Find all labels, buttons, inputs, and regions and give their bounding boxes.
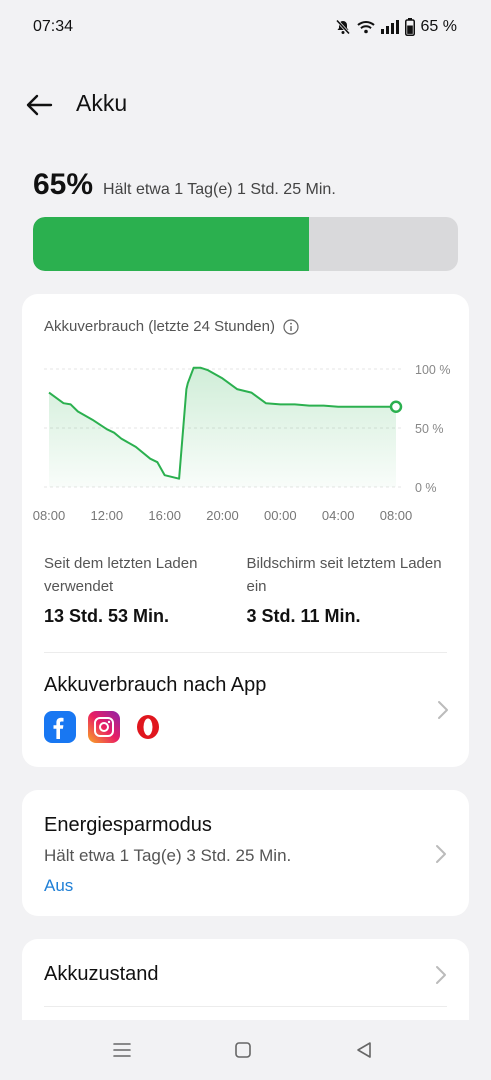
header: Akku	[0, 82, 491, 126]
menu-icon	[113, 1043, 131, 1057]
usage-area	[49, 367, 396, 487]
stat-value: 13 Std. 53 Min.	[44, 606, 170, 626]
energy-saver-subtitle: Hält etwa 1 Tag(e) 3 Std. 25 Min.	[44, 846, 292, 865]
usage-by-app-row[interactable]: Akkuverbrauch nach App	[44, 674, 449, 743]
x-tick-label: 12:00	[91, 508, 124, 523]
usage-card: Akkuverbrauch (letzte 24 Stunden) 100 % 5…	[22, 294, 469, 767]
battery-health-title: Akkuzustand	[44, 963, 159, 985]
battery-level-bar	[33, 217, 458, 271]
chevron-right-icon	[437, 700, 449, 725]
usage-by-app-title: Akkuverbrauch nach App	[44, 674, 267, 696]
instagram-icon	[88, 711, 120, 743]
status-bar: 07:34 65 %	[0, 0, 491, 54]
back-icon	[357, 1042, 371, 1058]
arrow-left-icon	[26, 94, 53, 116]
battery-icon	[404, 18, 415, 36]
divider	[44, 652, 447, 653]
battery-summary: 65% Hält etwa 1 Tag(e) 1 Std. 25 Min.	[33, 168, 336, 202]
stat-value: 3 Std. 11 Min.	[246, 606, 361, 626]
x-tick-label: 08:00	[33, 508, 66, 523]
x-tick-label: 16:00	[148, 508, 181, 523]
divider	[44, 1006, 447, 1007]
back-button[interactable]	[22, 88, 56, 122]
opera-icon	[132, 711, 164, 743]
x-tick-label: 04:00	[322, 508, 355, 523]
usage-stats: Seit dem letzten Laden verwendet 13 Std.…	[44, 552, 449, 627]
x-tick-label: 20:00	[206, 508, 239, 523]
y-tick-label: 0 %	[415, 481, 437, 495]
page-title: Akku	[76, 90, 128, 116]
status-time: 07:34	[33, 18, 74, 35]
energy-saver-card[interactable]: Energiesparmodus Hält etwa 1 Tag(e) 3 St…	[22, 790, 469, 916]
facebook-icon	[44, 711, 76, 743]
y-tick-label: 100 %	[415, 363, 450, 377]
stat-screen-on: Bildschirm seit letztem Laden ein 3 Std.…	[247, 552, 450, 627]
stat-label: Seit dem letzten Laden verwendet	[44, 555, 198, 595]
battery-health-card[interactable]: Akkuzustand	[22, 939, 469, 1029]
status-battery-text: 65 %	[420, 18, 457, 35]
stat-label: Bildschirm seit letztem Laden ein	[246, 555, 442, 595]
app-icons	[44, 711, 449, 743]
home-button[interactable]	[231, 1038, 255, 1062]
mute-bell-icon	[335, 19, 351, 35]
battery-remaining: Hält etwa 1 Tag(e) 1 Std. 25 Min.	[103, 181, 336, 198]
energy-saver-title: Energiesparmodus	[44, 814, 212, 836]
battery-percent: 65%	[33, 168, 94, 201]
chevron-right-icon	[435, 965, 447, 990]
signal-icon	[380, 20, 399, 34]
x-tick-label: 08:00	[380, 508, 413, 523]
status-icons: 65 %	[335, 18, 457, 36]
x-tick-label: 00:00	[264, 508, 297, 523]
chevron-right-icon	[435, 844, 447, 869]
nav-back-button[interactable]	[352, 1038, 376, 1062]
usage-chart: 100 %50 %0 %08:00 12:00 16:00 20:00 00:00 04:…	[33, 363, 451, 523]
navigation-bar	[0, 1020, 491, 1080]
current-level-point	[389, 400, 403, 414]
battery-level-fill	[33, 217, 310, 271]
energy-saver-status: Aus	[44, 876, 74, 895]
wifi-icon	[356, 20, 375, 34]
y-tick-label: 50 %	[415, 422, 444, 436]
stat-since-charge: Seit dem letzten Laden verwendet 13 Std.…	[44, 552, 247, 627]
menu-button[interactable]	[110, 1038, 134, 1062]
home-icon	[235, 1042, 251, 1058]
